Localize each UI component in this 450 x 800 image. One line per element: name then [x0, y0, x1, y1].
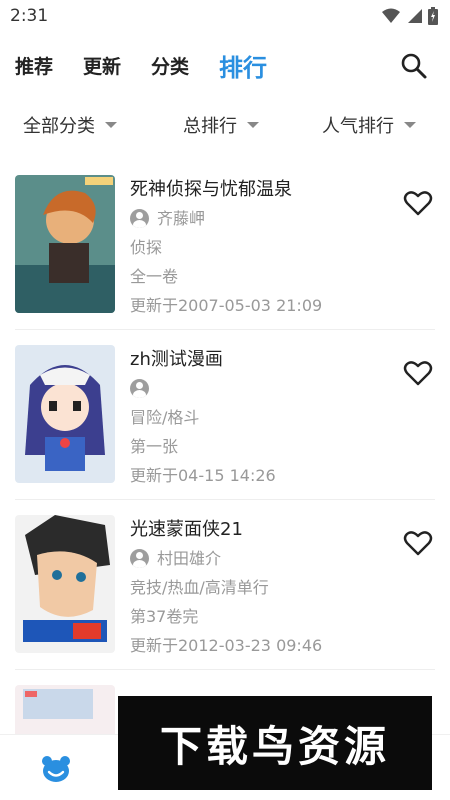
- status-time: 2:31: [10, 6, 49, 26]
- tab-recommend[interactable]: 推荐: [15, 52, 53, 79]
- category-filter-label: 全部分类: [23, 116, 95, 137]
- comic-list-item[interactable]: zh测试漫画 冒险/格斗 第一张 更新于04-15 14:26: [15, 330, 435, 500]
- comic-title[interactable]: 死神侦探与忧郁温泉: [130, 176, 375, 204]
- comic-list-item[interactable]: 光速蒙面侠21 村田雄介 竞技/热血/高清单行 第37卷完 更新于2012-03…: [15, 500, 435, 670]
- comic-author-name: 齐藤岬: [157, 209, 206, 228]
- comic-author-name: 村田雄介: [157, 549, 222, 568]
- ranking-scope-dropdown[interactable]: 总排行: [183, 112, 259, 138]
- comic-title[interactable]: zh测试漫画: [130, 346, 375, 374]
- caret-down-icon: [105, 122, 117, 128]
- comic-info: zh测试漫画 冒险/格斗 第一张 更新于04-15 14:26: [130, 346, 375, 490]
- caret-down-icon: [247, 122, 259, 128]
- comic-status: 第37卷完: [130, 607, 199, 626]
- tab-updates[interactable]: 更新: [83, 52, 121, 79]
- search-icon[interactable]: [400, 52, 428, 80]
- comic-genre: 竞技/热血/高清单行: [130, 578, 269, 597]
- status-icons: [382, 7, 438, 25]
- watermark-text: 下载鸟资源: [159, 721, 390, 771]
- comic-info: 死神侦探与忧郁温泉 齐藤岬 侦探 全一卷 更新于2007-05-03 21:09: [130, 176, 375, 320]
- comic-cover: [15, 175, 115, 313]
- comic-info: 光速蒙面侠21 村田雄介 竞技/热血/高清单行 第37卷完 更新于2012-03…: [130, 516, 375, 660]
- ranking-sort-dropdown[interactable]: 人气排行: [322, 112, 416, 138]
- wifi-icon: [382, 8, 400, 23]
- tab-categories[interactable]: 分类: [151, 52, 189, 79]
- comic-author: [130, 374, 375, 403]
- comic-genre: 侦探: [130, 238, 163, 257]
- watermark-overlay: 下载鸟资源: [118, 696, 432, 790]
- comic-cover: [15, 515, 115, 653]
- heart-icon[interactable]: [403, 528, 433, 558]
- comic-updated: 更新于2007-05-03 21:09: [130, 296, 323, 315]
- battery-icon: [428, 7, 438, 25]
- comic-status: 第一张: [130, 437, 179, 456]
- comic-updated: 更新于2012-03-23 09:46: [130, 636, 323, 655]
- heart-icon[interactable]: [403, 188, 433, 218]
- tab-ranking[interactable]: 排行: [219, 48, 267, 83]
- comic-author: 村田雄介: [130, 544, 375, 573]
- ranking-scope-label: 总排行: [183, 116, 237, 137]
- bear-icon[interactable]: [40, 755, 72, 783]
- signal-icon: [408, 9, 422, 23]
- category-filter-dropdown[interactable]: 全部分类: [23, 112, 117, 138]
- filter-bar: 全部分类 总排行 人气排行: [0, 105, 450, 145]
- status-bar: 2:31: [0, 0, 450, 32]
- comic-title[interactable]: 光速蒙面侠21: [130, 516, 375, 544]
- comic-genre: 冒险/格斗: [130, 408, 200, 427]
- comic-author: 齐藤岬: [130, 204, 375, 233]
- top-nav: 推荐 更新 分类 排行: [0, 40, 450, 90]
- person-icon: [130, 209, 149, 228]
- comic-list-item[interactable]: 死神侦探与忧郁温泉 齐藤岬 侦探 全一卷 更新于2007-05-03 21:09: [15, 160, 435, 330]
- ranking-sort-label: 人气排行: [322, 116, 394, 137]
- person-icon: [130, 379, 149, 398]
- comic-updated: 更新于04-15 14:26: [130, 466, 276, 485]
- comic-status: 全一卷: [130, 267, 179, 286]
- caret-down-icon: [404, 122, 416, 128]
- heart-icon[interactable]: [403, 358, 433, 388]
- person-icon: [130, 549, 149, 568]
- comic-cover: [15, 345, 115, 483]
